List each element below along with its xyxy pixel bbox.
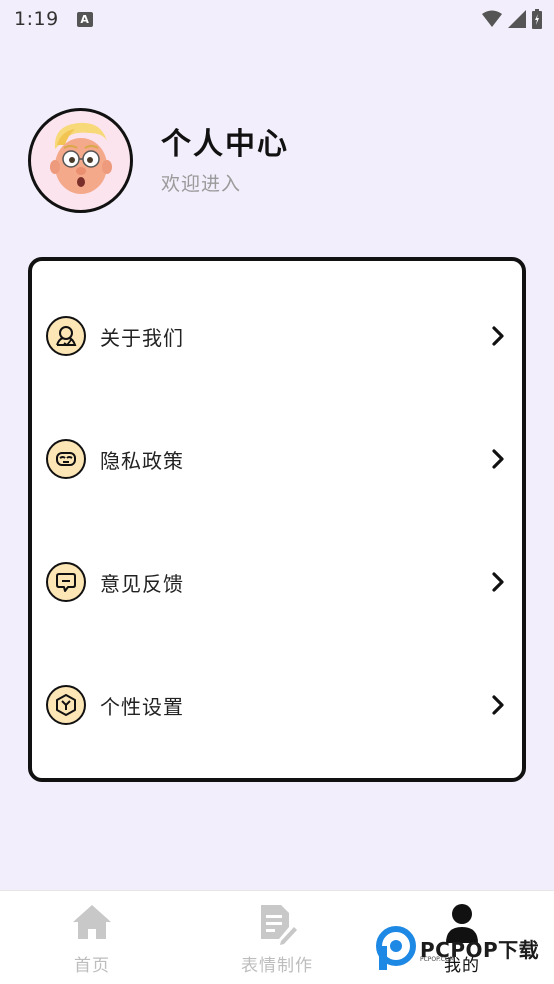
home-icon (73, 905, 111, 939)
tab-label: 首页 (74, 956, 110, 976)
profile-header: 个人中心 欢迎进入 (28, 108, 289, 213)
cartoon-avatar-icon (50, 122, 112, 194)
watermark-small: PCPOP.COM (420, 956, 455, 963)
status-indicators (482, 9, 542, 29)
menu-item-about-us[interactable]: 关于我们 (46, 306, 504, 366)
chat-bubble-icon (46, 562, 86, 602)
person-outline-icon (46, 316, 86, 356)
signal-icon (508, 10, 526, 28)
chevron-right-icon (492, 449, 504, 469)
tab-label: 表情制作 (241, 956, 313, 976)
menu-item-personal-settings[interactable]: 个性设置 (46, 675, 504, 735)
status-bar: 1:19 A (0, 0, 554, 38)
document-edit-icon (261, 905, 297, 945)
menu-card: 关于我们 隐私政策 意见反馈 个性设置 (28, 257, 526, 782)
avatar[interactable] (28, 108, 133, 213)
page-subtitle: 欢迎进入 (161, 173, 242, 195)
menu-item-label: 关于我们 (100, 325, 184, 350)
battery-icon (532, 9, 542, 29)
menu-item-label: 意见反馈 (100, 571, 184, 596)
menu-item-feedback[interactable]: 意见反馈 (46, 552, 504, 612)
chevron-right-icon (492, 695, 504, 715)
mask-icon (46, 439, 86, 479)
page-title: 个人中心 (161, 127, 289, 162)
tab-sticker-maker[interactable]: 表情制作 (185, 891, 369, 984)
menu-item-privacy-policy[interactable]: 隐私政策 (46, 429, 504, 489)
watermark-logo: PCPOP下载 PCPOP.COM (376, 926, 539, 970)
chevron-right-icon (492, 572, 504, 592)
menu-item-label: 隐私政策 (100, 448, 184, 473)
profile-text: 个人中心 欢迎进入 (161, 125, 289, 196)
menu-item-label: 个性设置 (100, 694, 184, 719)
hexagon-y-icon (46, 685, 86, 725)
notification-icon: A (76, 11, 93, 27)
chevron-right-icon (492, 326, 504, 346)
tab-home[interactable]: 首页 (0, 891, 184, 984)
pcpop-logo-icon (376, 926, 416, 970)
status-time: 1:19 (14, 8, 59, 30)
wifi-icon (482, 10, 502, 27)
